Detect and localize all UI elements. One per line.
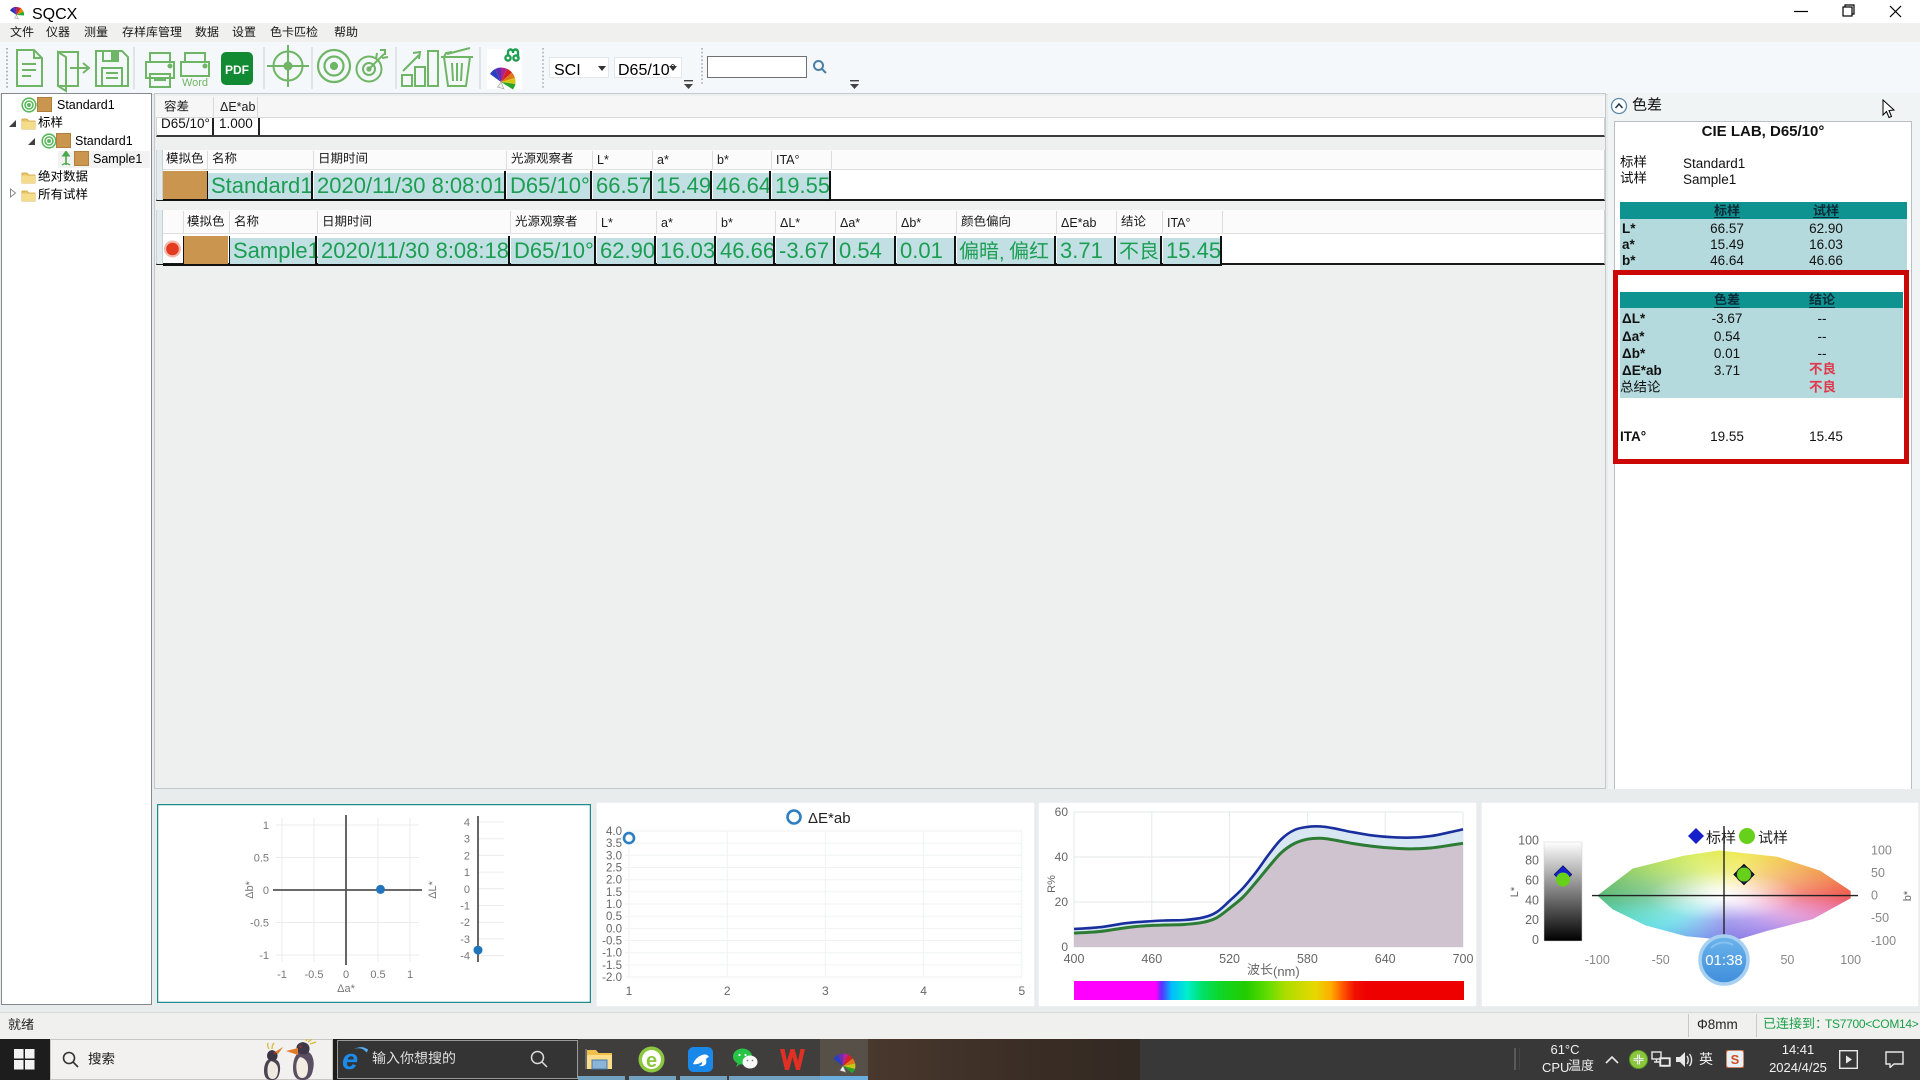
svg-text:50: 50 xyxy=(1871,866,1885,880)
svg-text:1.5: 1.5 xyxy=(606,887,622,899)
svg-text:100: 100 xyxy=(1871,843,1892,857)
svg-text:3: 3 xyxy=(822,984,829,998)
svg-text:S: S xyxy=(1731,1052,1740,1067)
svg-text:60: 60 xyxy=(1055,805,1069,819)
svg-text:-1: -1 xyxy=(460,901,470,913)
svg-text:0.5: 0.5 xyxy=(606,911,622,923)
svg-text:-1: -1 xyxy=(259,950,269,962)
svg-text:-1.0: -1.0 xyxy=(602,948,622,960)
svg-text:4: 4 xyxy=(464,817,470,829)
svg-text:1: 1 xyxy=(407,969,413,981)
svg-text:PDF: PDF xyxy=(225,63,249,77)
svg-text:460: 460 xyxy=(1141,952,1162,966)
svg-text:20: 20 xyxy=(1525,913,1539,927)
svg-text:L*: L* xyxy=(1509,886,1521,897)
svg-text:0: 0 xyxy=(464,884,470,896)
svg-text:50: 50 xyxy=(1780,953,1794,967)
svg-text:700: 700 xyxy=(1453,952,1474,966)
svg-text:1: 1 xyxy=(464,867,470,879)
svg-text:ΔE*ab: ΔE*ab xyxy=(808,810,851,827)
svg-text:3.0: 3.0 xyxy=(606,850,622,862)
svg-text:0: 0 xyxy=(1871,889,1878,903)
svg-text:-4: -4 xyxy=(460,951,470,963)
svg-text:4: 4 xyxy=(920,984,927,998)
svg-text:-1.5: -1.5 xyxy=(602,960,622,972)
svg-text:640: 640 xyxy=(1375,952,1396,966)
svg-text:-0.5: -0.5 xyxy=(602,936,622,948)
svg-text:01:38: 01:38 xyxy=(1705,952,1743,969)
svg-text:1: 1 xyxy=(626,984,633,998)
svg-text:-1: -1 xyxy=(277,969,287,981)
svg-text:0.0: 0.0 xyxy=(606,923,622,935)
svg-text:e: e xyxy=(646,1050,657,1072)
svg-text:2: 2 xyxy=(464,850,470,862)
svg-text:100: 100 xyxy=(1518,834,1539,848)
svg-text:0: 0 xyxy=(1532,933,1539,947)
svg-text:2.0: 2.0 xyxy=(606,875,622,887)
svg-text:2.5: 2.5 xyxy=(606,863,622,875)
svg-text:-100: -100 xyxy=(1871,934,1896,948)
svg-text:-2: -2 xyxy=(460,917,470,929)
svg-text:60: 60 xyxy=(1525,873,1539,887)
svg-text:580: 580 xyxy=(1297,952,1318,966)
svg-text:20: 20 xyxy=(1055,895,1069,909)
svg-text:1: 1 xyxy=(263,820,269,832)
svg-text:-0.5: -0.5 xyxy=(305,969,324,981)
svg-text:R%: R% xyxy=(1046,875,1058,893)
svg-text:-2.0: -2.0 xyxy=(602,972,622,984)
svg-text:3: 3 xyxy=(464,834,470,846)
svg-text:4.0: 4.0 xyxy=(606,826,622,838)
svg-text:1.0: 1.0 xyxy=(606,899,622,911)
svg-text:0: 0 xyxy=(343,969,349,981)
svg-text:40: 40 xyxy=(1055,850,1069,864)
svg-text:ΔL*: ΔL* xyxy=(427,880,439,898)
svg-text:Word: Word xyxy=(182,77,208,89)
svg-text:80: 80 xyxy=(1525,854,1539,868)
svg-text:100: 100 xyxy=(1840,953,1861,967)
svg-text:Δa*: Δa* xyxy=(337,983,355,995)
svg-text:3.5: 3.5 xyxy=(606,838,622,850)
svg-text:400: 400 xyxy=(1064,952,1085,966)
svg-text:40: 40 xyxy=(1525,893,1539,907)
svg-text:-100: -100 xyxy=(1585,953,1610,967)
svg-text:-0.5: -0.5 xyxy=(250,918,269,930)
svg-text:2: 2 xyxy=(724,984,731,998)
svg-text:0.5: 0.5 xyxy=(370,969,385,981)
svg-text:-50: -50 xyxy=(1871,911,1889,925)
svg-text:-50: -50 xyxy=(1652,953,1670,967)
svg-text:Δb*: Δb* xyxy=(244,880,256,898)
svg-text:0: 0 xyxy=(263,885,269,897)
svg-text:-3: -3 xyxy=(460,934,470,946)
svg-text:5: 5 xyxy=(1018,984,1025,998)
svg-text:0.5: 0.5 xyxy=(254,853,269,865)
svg-text:b*: b* xyxy=(1902,890,1914,901)
svg-text:520: 520 xyxy=(1219,952,1240,966)
